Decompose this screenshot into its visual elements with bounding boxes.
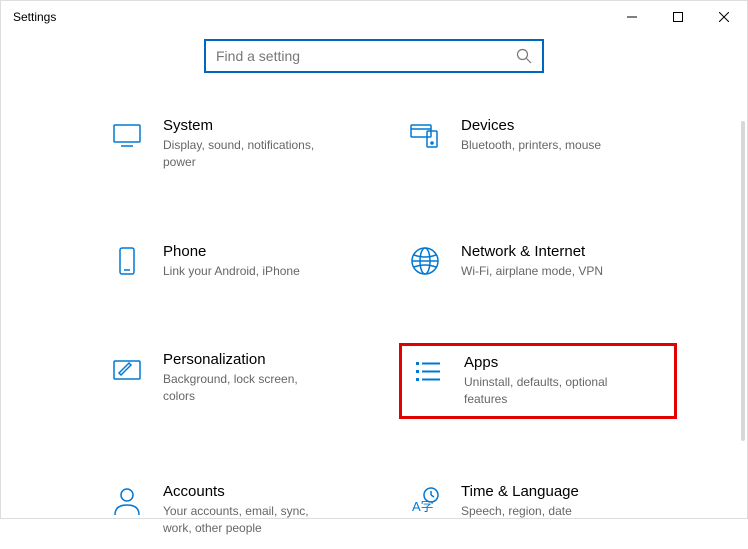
category-label: Devices xyxy=(461,117,669,134)
search-input[interactable] xyxy=(216,48,516,64)
content-area: System Display, sound, notifications, po… xyxy=(1,109,747,549)
category-personalization[interactable]: Personalization Background, lock screen,… xyxy=(101,343,379,419)
close-button[interactable] xyxy=(701,1,747,33)
category-desc: Background, lock screen, colors xyxy=(163,371,333,405)
personalization-icon xyxy=(109,351,145,387)
search-icon xyxy=(516,48,532,64)
categories-grid: System Display, sound, notifications, po… xyxy=(101,109,677,545)
category-label: System xyxy=(163,117,371,134)
phone-icon xyxy=(109,243,145,279)
window-title: Settings xyxy=(13,10,609,24)
category-desc: Uninstall, defaults, optional features xyxy=(464,374,634,408)
search-box[interactable] xyxy=(204,39,544,73)
devices-icon xyxy=(407,117,443,153)
category-phone[interactable]: Phone Link your Android, iPhone xyxy=(101,235,379,288)
category-devices[interactable]: Devices Bluetooth, printers, mouse xyxy=(399,109,677,179)
category-desc: Bluetooth, printers, mouse xyxy=(461,137,631,154)
category-label: Time & Language xyxy=(461,483,669,500)
category-apps[interactable]: Apps Uninstall, defaults, optional featu… xyxy=(399,343,677,419)
category-system[interactable]: System Display, sound, notifications, po… xyxy=(101,109,379,179)
category-desc: Your accounts, email, sync, work, other … xyxy=(163,503,333,537)
network-icon xyxy=(407,243,443,279)
window-controls xyxy=(609,1,747,33)
category-desc: Wi-Fi, airplane mode, VPN xyxy=(461,263,631,280)
minimize-icon xyxy=(627,12,637,22)
category-desc: Display, sound, notifications, power xyxy=(163,137,333,171)
minimize-button[interactable] xyxy=(609,1,655,33)
category-desc: Speech, region, date xyxy=(461,503,631,520)
system-icon xyxy=(109,117,145,153)
close-icon xyxy=(719,12,729,22)
titlebar: Settings xyxy=(1,1,747,33)
category-label: Accounts xyxy=(163,483,371,500)
accounts-icon xyxy=(109,483,145,519)
category-accounts[interactable]: Accounts Your accounts, email, sync, wor… xyxy=(101,475,379,545)
category-time[interactable]: A字 Time & Language Speech, region, date xyxy=(399,475,677,545)
category-network[interactable]: Network & Internet Wi-Fi, airplane mode,… xyxy=(399,235,677,288)
category-desc: Link your Android, iPhone xyxy=(163,263,333,280)
scrollbar[interactable] xyxy=(741,121,745,441)
time-language-icon: A字 xyxy=(407,483,443,519)
search-container xyxy=(1,39,747,73)
apps-icon xyxy=(410,354,446,390)
category-label: Network & Internet xyxy=(461,243,669,260)
category-label: Personalization xyxy=(163,351,371,368)
category-label: Apps xyxy=(464,354,666,371)
svg-text:A字: A字 xyxy=(412,499,434,514)
maximize-button[interactable] xyxy=(655,1,701,33)
maximize-icon xyxy=(673,12,683,22)
category-label: Phone xyxy=(163,243,371,260)
